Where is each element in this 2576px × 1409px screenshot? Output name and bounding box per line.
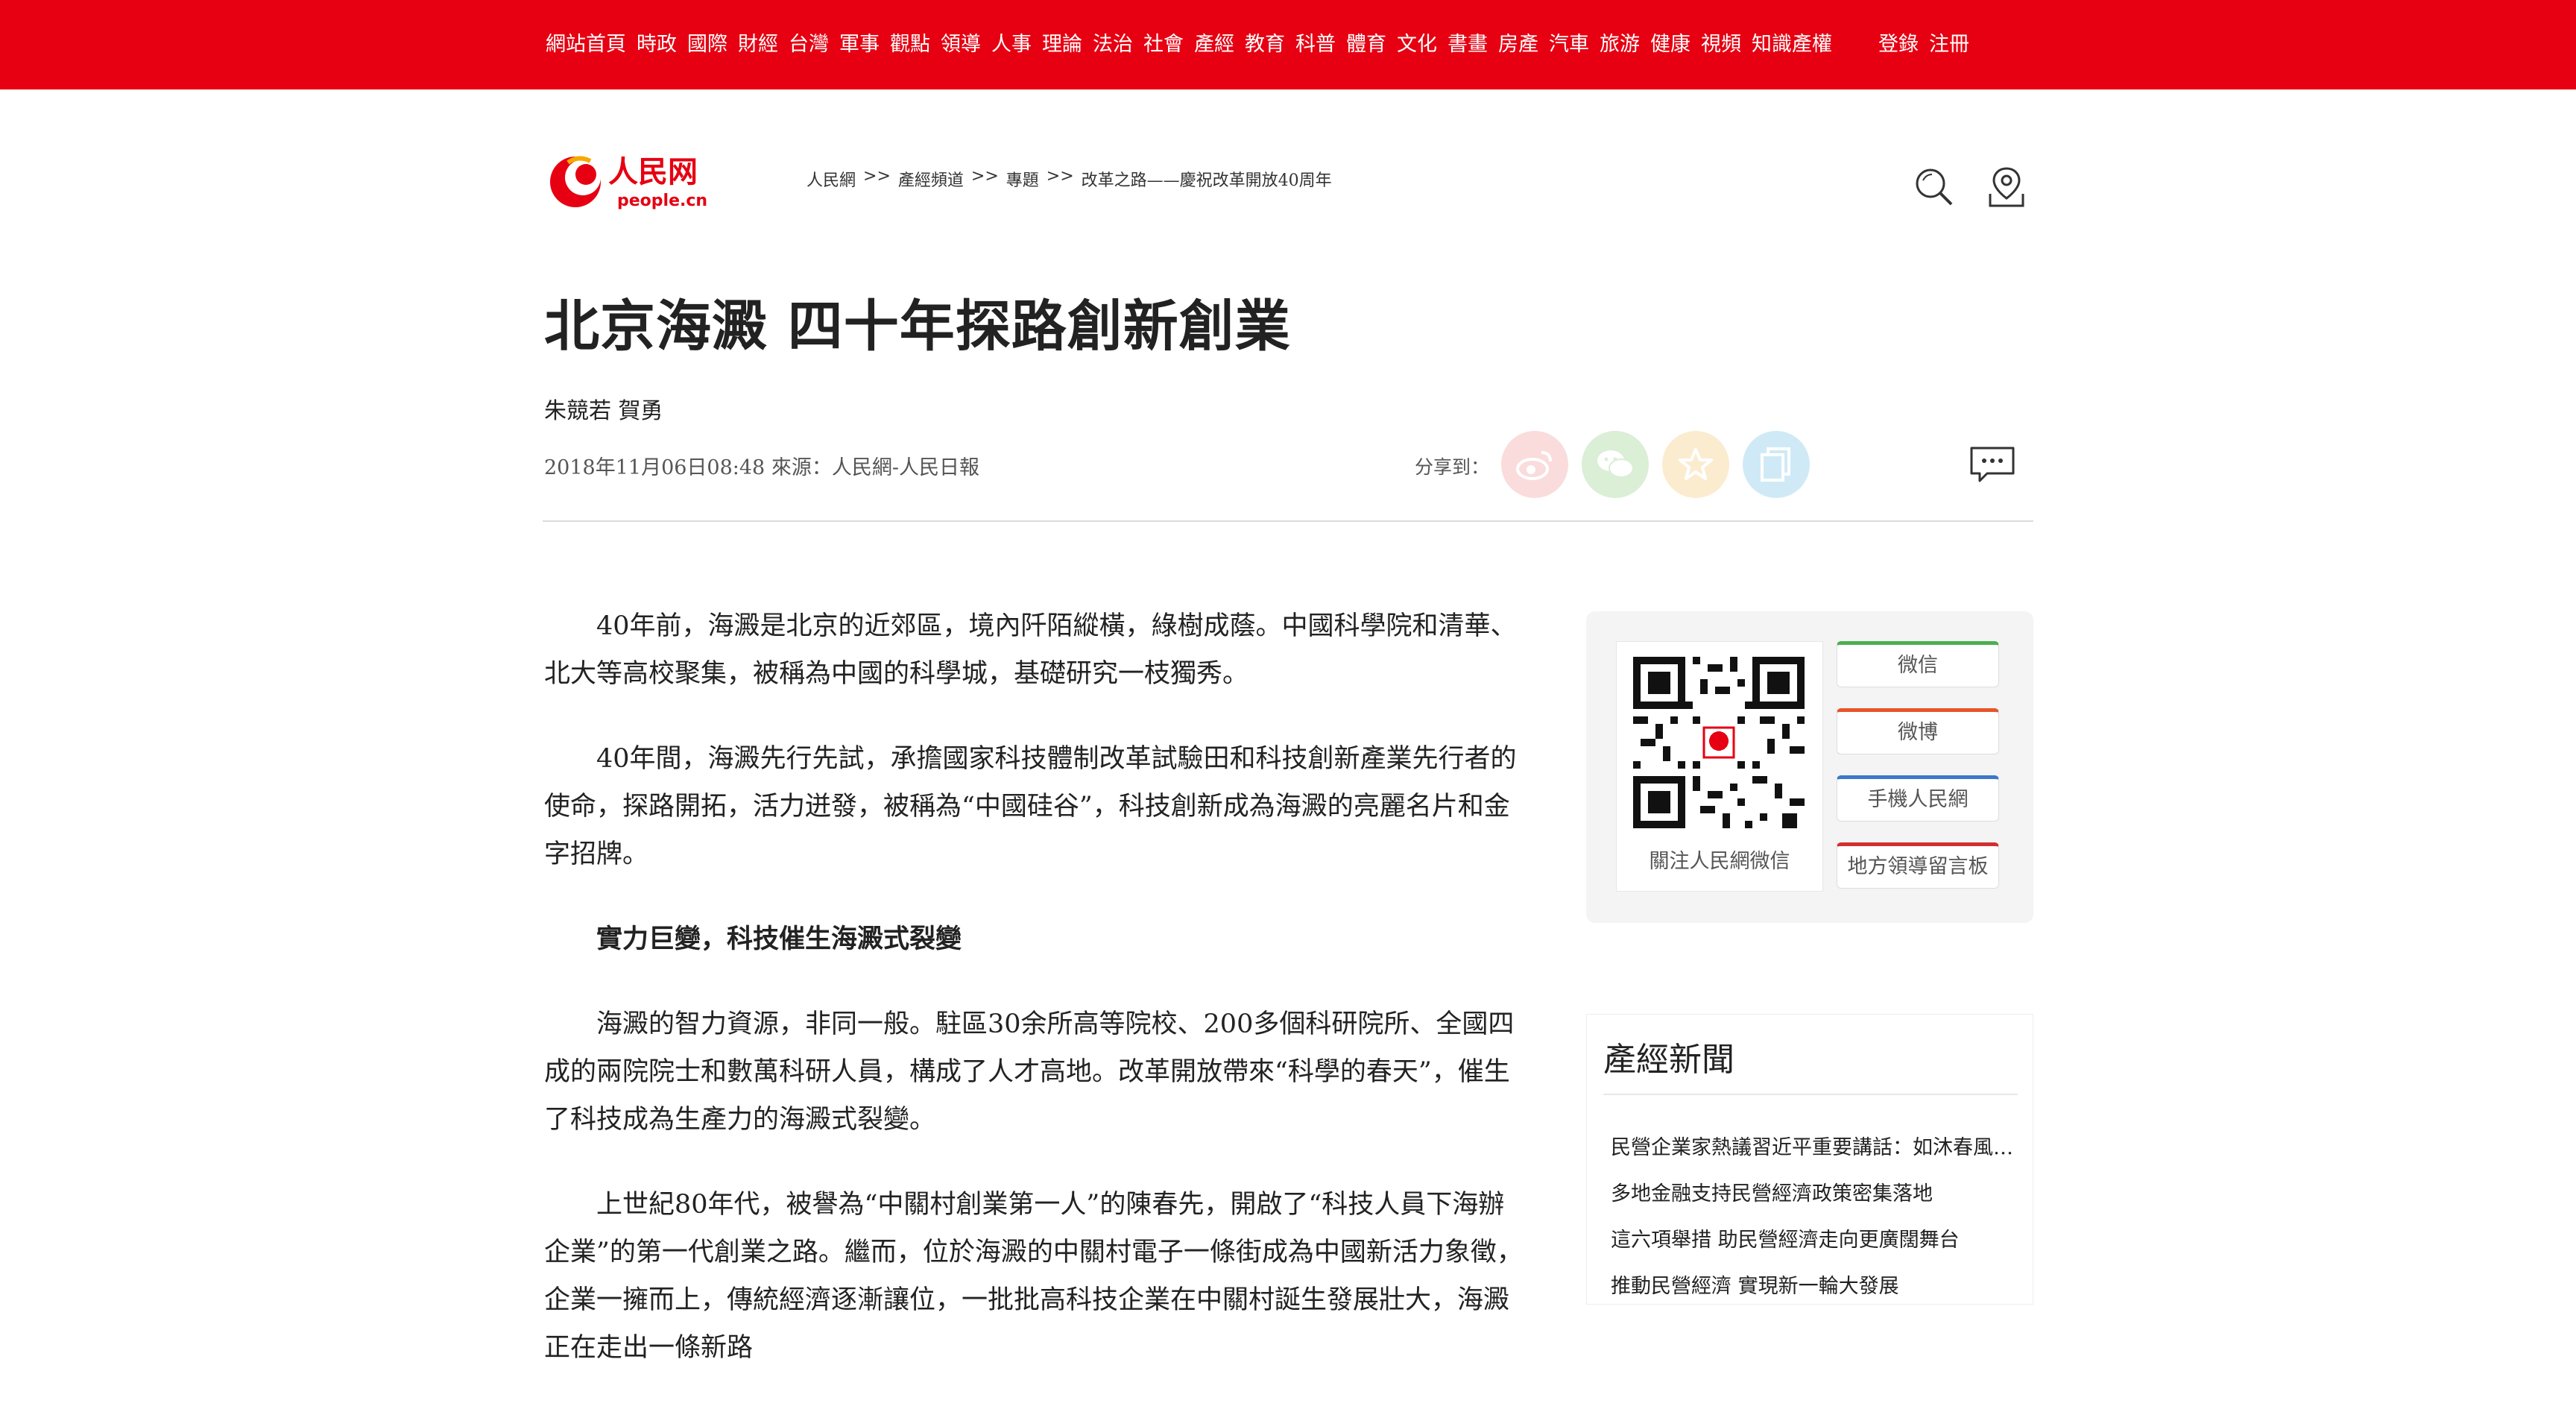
search-icon[interactable]: [1911, 164, 1956, 212]
article-title: 北京海澱 四十年探路創新創業: [544, 294, 1291, 359]
breadcrumb-item-reform[interactable]: 改革之路——慶祝改革開放40周年: [1082, 167, 1332, 191]
site-logo[interactable]: 人民网 people.cn: [546, 148, 722, 215]
nav-item-international[interactable]: 國際: [687, 28, 727, 61]
article-paragraph: 40年前，海澱是北京的近郊區，境內阡陌縱橫，綠樹成蔭。中國科學院和清華、北大等高…: [544, 611, 1517, 689]
breadcrumb-item-topics[interactable]: 專題: [1006, 167, 1039, 191]
news-list: 民營企業家熱議習近平重要講話：如沐春風 倍受鼓舞 多地金融支持民營經濟政策密集落…: [1611, 1125, 2013, 1310]
follow-weibo-button[interactable]: 微博: [1837, 708, 1999, 754]
nav-item-auto[interactable]: 汽車: [1549, 28, 1589, 61]
news-item[interactable]: 民營企業家熱議習近平重要講話：如沐春風 倍受鼓舞: [1611, 1125, 2013, 1171]
top-nav-bar: 網站首頁 時政 國際 財經 台灣 軍事 觀點 領導 人事 理論 法治 社會 產經…: [0, 0, 2576, 89]
nav-item-realestate[interactable]: 房產: [1498, 28, 1538, 61]
share-favorite-button[interactable]: [1662, 431, 1729, 498]
article-meta: 2018年11月06日08:48 來源：人民網-人民日報: [544, 456, 979, 479]
share-wechat-button[interactable]: [1582, 431, 1649, 498]
nav-item-industry[interactable]: 產經: [1194, 28, 1234, 61]
register-link[interactable]: 注冊: [1929, 28, 1969, 61]
comment-icon[interactable]: [1969, 446, 2015, 486]
nav-item-taiwan[interactable]: 台灣: [789, 28, 829, 61]
people-logo-icon: 人民网 people.cn: [550, 154, 707, 210]
article-body: 40年前，海澱是北京的近郊區，境內阡陌縱橫，綠樹成蔭。中國科學院和清華、北大等高…: [544, 602, 1524, 1409]
nav-item-ip[interactable]: 知識產權: [1752, 28, 1832, 61]
breadcrumb: 人民網 >> 產經頻道 >> 專題 >> 改革之路——慶祝改革開放40周年: [806, 167, 1332, 191]
nav-item-sports[interactable]: 體育: [1346, 28, 1386, 61]
star-icon: [1679, 448, 1713, 480]
follow-wechat-button[interactable]: 微信: [1837, 641, 1999, 687]
header-divider: [543, 520, 2033, 522]
breadcrumb-item-channel[interactable]: 產經頻道: [898, 167, 964, 191]
top-nav: 網站首頁 時政 國際 財經 台灣 軍事 觀點 領導 人事 理論 法治 社會 產經…: [546, 28, 1980, 61]
follow-message-board-button[interactable]: 地方領導留言板: [1837, 842, 1999, 889]
weibo-icon: [1516, 451, 1552, 480]
share-weibo-button[interactable]: [1501, 431, 1568, 498]
nav-item-home[interactable]: 網站首頁: [546, 28, 626, 61]
qr-card: 關注人民網微信: [1616, 641, 1823, 892]
article-subheading: 實力巨變，科技催生海澱式裂變: [596, 924, 962, 954]
nav-item-finance[interactable]: 財經: [738, 28, 778, 61]
nav-item-travel[interactable]: 旅游: [1600, 28, 1640, 61]
nav-item-art[interactable]: 書畫: [1448, 28, 1488, 61]
share-copy-button[interactable]: [1743, 431, 1810, 498]
news-item[interactable]: 這六項舉措 助民營經濟走向更廣闊舞台: [1611, 1217, 2013, 1264]
breadcrumb-separator: >>: [1046, 167, 1074, 186]
nav-item-personnel[interactable]: 人事: [991, 28, 1032, 61]
login-link[interactable]: 登錄: [1878, 28, 1919, 61]
article-paragraph: 40年間，海澱先行先試，承擔國家科技體制改革試驗田和科技創新產業先行者的使命，探…: [544, 744, 1517, 869]
breadcrumb-separator: >>: [863, 167, 891, 186]
nav-item-theory[interactable]: 理論: [1042, 28, 1082, 61]
header-tools: [1911, 164, 2029, 212]
news-item[interactable]: 推動民營經濟 實現新一輪大發展: [1611, 1264, 2013, 1310]
qr-caption: 關注人民網微信: [1649, 850, 1790, 873]
news-item[interactable]: 多地金融支持民營經濟政策密集落地: [1611, 1171, 2013, 1217]
breadcrumb-item-home[interactable]: 人民網: [806, 167, 856, 191]
wechat-icon: [1597, 450, 1634, 478]
nav-item-health[interactable]: 健康: [1650, 28, 1690, 61]
qr-code: [1633, 657, 1805, 828]
nav-item-law[interactable]: 法治: [1093, 28, 1133, 61]
article-paragraph: 海澱的智力資源，非同一般。駐區30余所高等院校、200多個科研院所、全國四成的兩…: [544, 1009, 1515, 1135]
news-panel-title: 產經新聞: [1603, 1041, 1734, 1079]
nav-item-politics[interactable]: 時政: [637, 28, 677, 61]
nav-item-culture[interactable]: 文化: [1397, 28, 1437, 61]
follow-mobile-button[interactable]: 手機人民網: [1837, 775, 1999, 822]
nav-item-society[interactable]: 社會: [1143, 28, 1184, 61]
nav-item-leaders[interactable]: 領導: [941, 28, 981, 61]
nav-item-science[interactable]: 科普: [1295, 28, 1336, 61]
article-authors: 朱競若 賀勇: [544, 398, 663, 424]
auth-links: 登錄 注冊: [1878, 28, 1980, 61]
nav-item-military[interactable]: 軍事: [839, 28, 880, 61]
share-label: 分享到：: [1415, 456, 1490, 478]
article-paragraph: 上世紀80年代，被譽為“中關村創業第一人”的陳春先，開啟了“科技人員下海辦企業”…: [544, 1190, 1523, 1363]
nav-item-opinion[interactable]: 觀點: [890, 28, 930, 61]
nav-item-education[interactable]: 教育: [1245, 28, 1285, 61]
copy-icon: [1761, 447, 1790, 482]
industry-news-panel: 產經新聞 民營企業家熱議習近平重要講話：如沐春風 倍受鼓舞 多地金融支持民營經濟…: [1586, 1014, 2033, 1305]
follow-panel: 關注人民網微信 微信 微博 手機人民網 地方領導留言板: [1586, 611, 2033, 923]
location-icon[interactable]: [1984, 164, 2029, 212]
nav-item-video[interactable]: 視頻: [1701, 28, 1741, 61]
news-divider: [1603, 1094, 2018, 1095]
logo-domain: people.cn: [617, 192, 707, 210]
logo-name: 人民网: [608, 154, 698, 189]
breadcrumb-separator: >>: [970, 167, 999, 186]
